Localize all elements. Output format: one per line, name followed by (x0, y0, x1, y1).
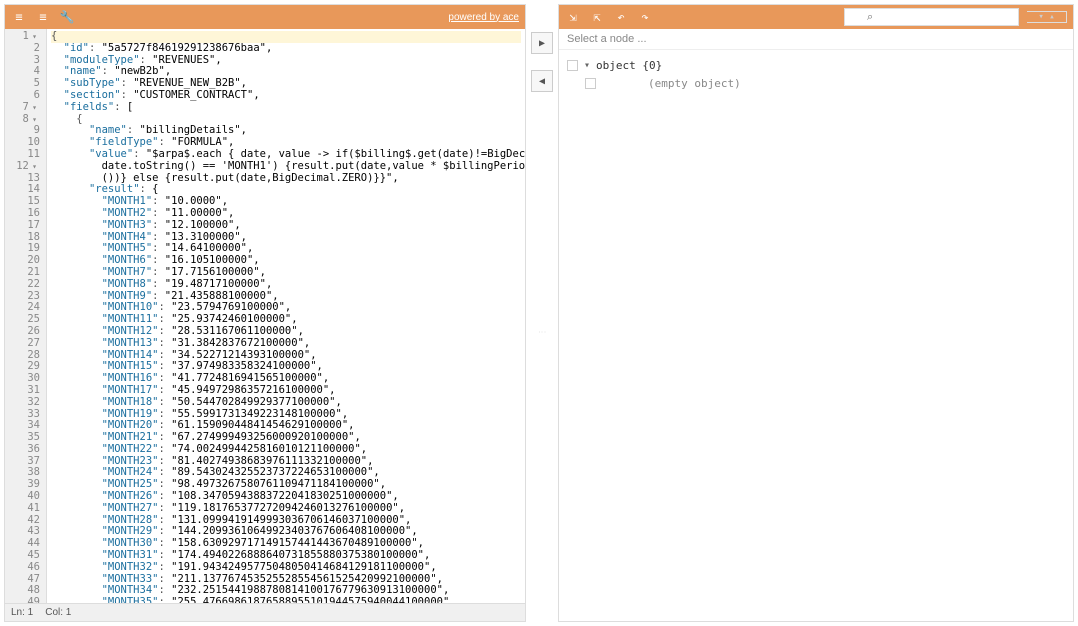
resize-handle[interactable]: ⋮ (538, 328, 547, 338)
code-editor[interactable]: 1 ▾234567 ▾8 ▾9101112 ▾13141516171819202… (5, 29, 525, 603)
wrench-icon[interactable]: 🔧 (59, 9, 75, 25)
copy-right-button[interactable]: ▶ (531, 32, 553, 54)
select-node-hint: Select a node ... (559, 29, 1073, 50)
status-line: Ln: 1 (11, 607, 33, 618)
editor-toolbar: ≡ ≡ 🔧 powered by ace (5, 5, 525, 29)
json-tree[interactable]: ▾ object {0} (empty object) (559, 50, 1073, 621)
status-bar: Ln: 1 Col: 1 (5, 603, 525, 621)
line-gutter: 1 ▾234567 ▾8 ▾9101112 ▾13141516171819202… (5, 29, 47, 603)
transfer-column: ▶ ◀ ⋮ (526, 0, 558, 626)
status-col: Col: 1 (45, 607, 71, 618)
tree-panel: ⇲ ⇱ ↶ ↷ ⌕ ▾ ▴ Select a node ... ▾ object… (558, 4, 1074, 622)
tree-empty-label: (empty object) (648, 77, 741, 90)
tree-root-label: object {0} (596, 59, 662, 72)
copy-left-button[interactable]: ◀ (531, 70, 553, 92)
sort-asc-icon[interactable]: ≡ (11, 9, 27, 25)
undo-icon[interactable]: ↶ (613, 9, 629, 25)
search-input[interactable] (844, 8, 1019, 26)
checkbox[interactable] (567, 60, 578, 71)
tree-toolbar: ⇲ ⇱ ↶ ↷ ⌕ ▾ ▴ (559, 5, 1073, 29)
checkbox[interactable] (585, 78, 596, 89)
code-content[interactable]: { "id": "5a5727f84619291238676baa", "mod… (47, 29, 525, 603)
tree-root-row[interactable]: ▾ object {0} (567, 56, 1065, 74)
editor-panel: ≡ ≡ 🔧 powered by ace 1 ▾234567 ▾8 ▾91011… (4, 4, 526, 622)
collapse-all-icon[interactable]: ⇱ (589, 9, 605, 25)
expand-all-icon[interactable]: ⇲ (565, 9, 581, 25)
powered-by-link[interactable]: powered by ace (448, 12, 519, 23)
search-options[interactable]: ▾ ▴ (1027, 11, 1067, 23)
sort-desc-icon[interactable]: ≡ (35, 9, 51, 25)
tree-empty-row: (empty object) (567, 74, 1065, 92)
redo-icon[interactable]: ↷ (637, 9, 653, 25)
caret-down-icon[interactable]: ▾ (584, 60, 590, 71)
